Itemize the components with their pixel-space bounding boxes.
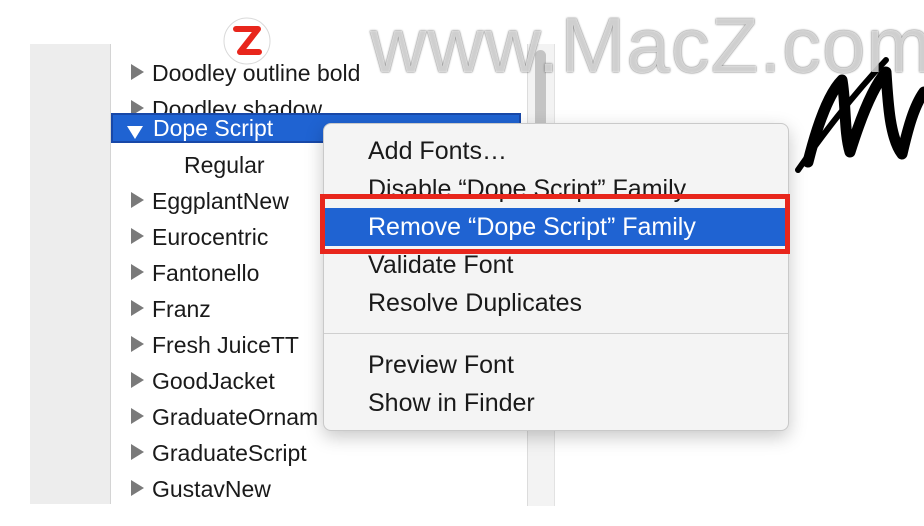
disclosure-triangle-icon[interactable] bbox=[131, 372, 144, 388]
menu-item-disable-family[interactable]: Disable “Dope Script” Family bbox=[324, 170, 788, 208]
font-row-label: GoodJacket bbox=[152, 368, 275, 394]
menu-item-label: Validate Font bbox=[368, 251, 514, 279]
collections-sidebar bbox=[30, 44, 111, 504]
disclosure-triangle-icon[interactable] bbox=[131, 228, 144, 244]
menu-item-label: Show in Finder bbox=[368, 389, 535, 417]
font-row-gustavnew[interactable]: GustavNew bbox=[111, 472, 521, 506]
menu-item-resolve-duplicates[interactable]: Resolve Duplicates bbox=[324, 284, 788, 322]
disclosure-triangle-icon[interactable] bbox=[131, 336, 144, 352]
menu-item-label: Remove “Dope Script” Family bbox=[368, 213, 696, 241]
menu-item-label: Add Fonts… bbox=[368, 137, 507, 165]
font-row-label: GustavNew bbox=[152, 476, 271, 502]
font-row-label: Franz bbox=[152, 296, 211, 322]
menu-separator bbox=[324, 333, 788, 334]
menu-item-add-fonts[interactable]: Add Fonts… bbox=[324, 132, 788, 170]
font-row-label: Eurocentric bbox=[152, 224, 269, 250]
font-row-label: Fresh JuiceTT bbox=[152, 332, 299, 358]
font-row-label: Fantonello bbox=[152, 260, 260, 286]
font-row-doodley-outline-bold[interactable]: Doodley outline bold bbox=[111, 56, 521, 90]
font-row-graduatescript[interactable]: GraduateScript bbox=[111, 436, 521, 470]
disclosure-triangle-icon[interactable] bbox=[131, 264, 144, 280]
disclosure-triangle-icon[interactable] bbox=[131, 192, 144, 208]
disclosure-triangle-icon[interactable] bbox=[131, 408, 144, 424]
font-preview-glyph bbox=[795, 57, 924, 173]
disclosure-triangle-icon[interactable] bbox=[131, 300, 144, 316]
menu-item-label: Disable “Dope Script” Family bbox=[368, 175, 687, 203]
menu-item-validate-font[interactable]: Validate Font bbox=[324, 246, 788, 284]
menu-item-label: Resolve Duplicates bbox=[368, 289, 582, 317]
disclosure-triangle-icon[interactable] bbox=[131, 480, 144, 496]
font-face-label: Regular bbox=[184, 152, 265, 178]
font-row-label: GraduateOrnam bbox=[152, 404, 319, 430]
disclosure-triangle-icon[interactable] bbox=[131, 64, 144, 80]
macz-logo-icon bbox=[223, 17, 271, 65]
disclosure-triangle-icon[interactable] bbox=[131, 444, 144, 460]
menu-item-show-in-finder[interactable]: Show in Finder bbox=[324, 384, 788, 422]
font-row-label: EggplantNew bbox=[152, 188, 289, 214]
disclosure-triangle-open-icon[interactable] bbox=[127, 126, 143, 139]
menu-item-preview-font[interactable]: Preview Font bbox=[324, 346, 788, 384]
font-row-label: GraduateScript bbox=[152, 440, 307, 466]
menu-item-label: Preview Font bbox=[368, 351, 514, 379]
menu-item-remove-family[interactable]: Remove “Dope Script” Family bbox=[324, 208, 788, 246]
font-row-label: Dope Script bbox=[153, 115, 274, 141]
font-context-menu: Add Fonts… Disable “Dope Script” Family … bbox=[323, 123, 789, 431]
